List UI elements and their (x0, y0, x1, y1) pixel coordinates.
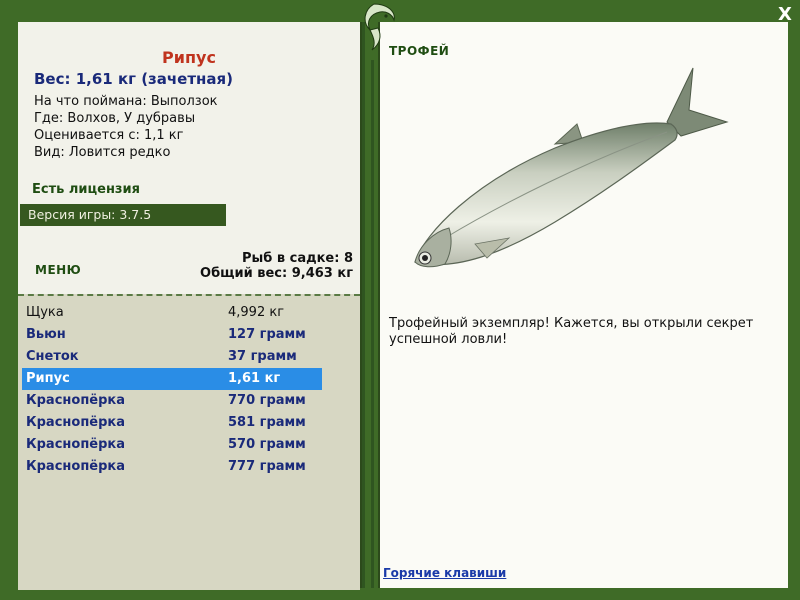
close-button[interactable]: X (774, 5, 796, 25)
catch-list-row[interactable]: Щука 4,992 кг (22, 302, 322, 324)
trophy-description: Трофейный экземпляр! Кажется, вы открыли… (389, 316, 754, 347)
panel-divider (362, 22, 365, 588)
game-version-bar: Версия игры: 3.7.5 (20, 204, 226, 226)
catch-fish-name: Рипус (26, 371, 70, 386)
catch-list-row[interactable]: Снеток 37 грамм (22, 346, 322, 368)
game-window: X Рипус Вес: 1,61 кг (зачетная) На что п… (0, 0, 800, 600)
catch-fish-name: Щука (26, 305, 64, 320)
catch-list-row[interactable]: Краснопёрка 581 грамм (22, 412, 322, 434)
catch-fish-name: Снеток (26, 349, 79, 364)
catch-fish-weight: 1,61 кг (228, 371, 281, 386)
catch-list-row[interactable]: Краснопёрка 777 грамм (22, 456, 322, 478)
catch-list-row[interactable]: Вьюн 127 грамм (22, 324, 322, 346)
catch-list-row[interactable]: Краснопёрка 570 грамм (22, 434, 322, 456)
trophy-label: ТРОФЕЙ (389, 44, 450, 58)
catch-fish-weight: 127 грамм (228, 327, 306, 342)
bait-info: На что поймана: Выползок (34, 94, 218, 109)
panel-divider-inner (371, 60, 374, 588)
catch-list-row[interactable]: Краснопёрка 770 грамм (22, 390, 322, 412)
fish-count: Рыб в садке: 8 (241, 251, 353, 266)
catch-fish-weight: 37 грамм (228, 349, 297, 364)
rarity-info: Вид: Ловится редко (34, 145, 171, 160)
menu-button[interactable]: МЕНЮ (35, 263, 81, 277)
catch-list: Щука 4,992 кг Вьюн 127 грамм Снеток 37 грамм Р… (22, 302, 322, 478)
catch-fish-weight: 570 грамм (228, 437, 306, 452)
catch-fish-name: Вьюн (26, 327, 66, 342)
catch-fish-name: Краснопёрка (26, 415, 126, 430)
catch-fish-name: Краснопёрка (26, 393, 126, 408)
fish-weight-line: Вес: 1,61 кг (зачетная) (34, 70, 234, 88)
catch-list-row[interactable]: Рипус 1,61 кг (22, 368, 322, 390)
license-status: Есть лицензия (32, 182, 140, 197)
keepnet-stats: Рыб в садке: 8 Общий вес: 9,463 кг (190, 251, 353, 281)
location-info: Где: Волхов, У дубравы (34, 111, 196, 126)
catch-fish-weight: 770 грамм (228, 393, 306, 408)
catch-fish-name: Краснопёрка (26, 437, 126, 452)
hotkeys-link[interactable]: Горячие клавиши (383, 566, 506, 580)
catch-fish-weight: 777 грамм (228, 459, 306, 474)
catch-fish-weight: 581 грамм (228, 415, 306, 430)
catch-fish-weight: 4,992 кг (228, 305, 285, 320)
valued-from-info: Оценивается с: 1,1 кг (34, 128, 184, 143)
close-icon: X (778, 4, 792, 25)
fish-name-title: Рипус (162, 48, 216, 67)
total-weight: Общий вес: 9,463 кг (200, 266, 353, 281)
catch-fish-name: Краснопёрка (26, 459, 126, 474)
whitefish-image (414, 67, 729, 268)
